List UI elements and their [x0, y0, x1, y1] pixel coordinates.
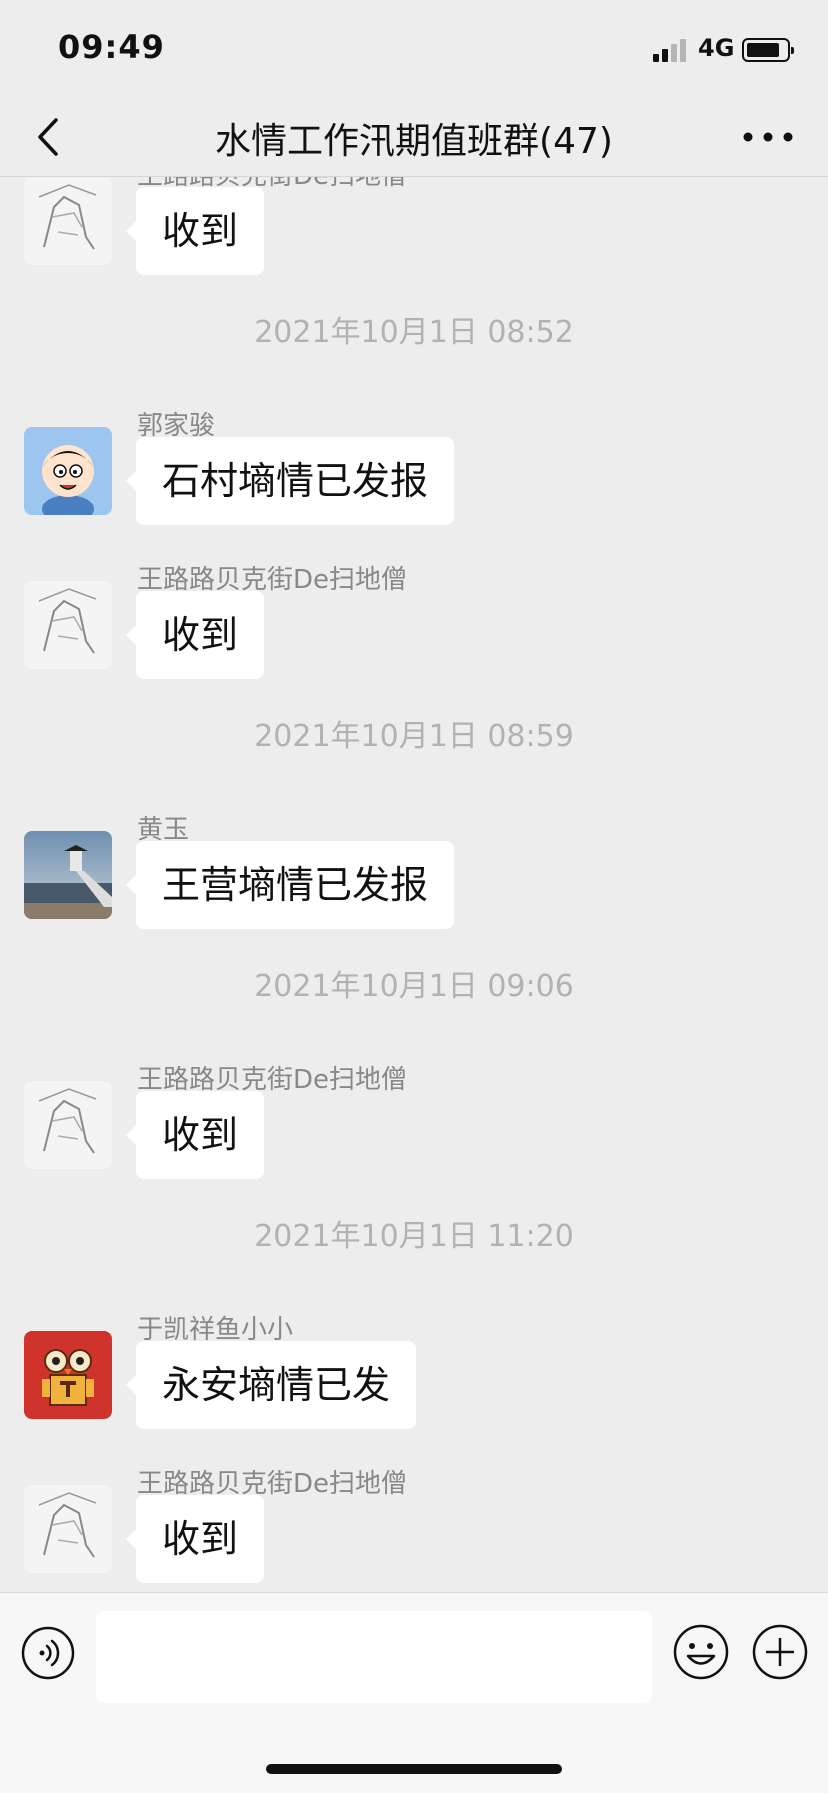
chat-title: 水情工作汛期值班群(47) — [215, 121, 613, 162]
message-timestamp: 2021年10月1日 11:20 — [254, 1219, 574, 1254]
cartoon-boy-avatar[interactable] — [24, 427, 112, 515]
home-indicator[interactable] — [266, 1764, 562, 1774]
message-bubble[interactable]: 收到 — [125, 591, 265, 679]
message-bubble[interactable]: 收到 — [125, 187, 265, 275]
robot-owl-avatar[interactable] — [24, 1331, 112, 1419]
nav-bar: 水情工作汛期值班群(47) — [0, 100, 828, 177]
signal-icon — [653, 38, 689, 62]
battery-icon — [742, 38, 794, 62]
chat-message-list[interactable]: 王路路贝克街De扫地僧 收到 2021年10月1日 08:52 郭家骏 石村墒情… — [0, 177, 828, 1592]
message-bubble[interactable]: 收到 — [125, 1495, 265, 1583]
emoji-icon[interactable] — [672, 1623, 730, 1681]
message-bubble[interactable]: 王营墒情已发报 — [125, 841, 455, 929]
sketch-avatar[interactable] — [24, 177, 112, 265]
message-bubble[interactable]: 永安墒情已发 — [125, 1341, 417, 1429]
network-type: 4G — [698, 34, 735, 62]
sketch-avatar[interactable] — [24, 581, 112, 669]
status-bar: 09:49 4G — [0, 0, 828, 100]
status-time: 09:49 — [58, 28, 165, 66]
input-bar — [0, 1592, 828, 1793]
plus-icon[interactable] — [751, 1623, 809, 1681]
more-dots-icon[interactable] — [738, 122, 798, 152]
message-bubble[interactable]: 石村墒情已发报 — [125, 437, 455, 525]
battery-level — [747, 43, 779, 57]
message-timestamp: 2021年10月1日 08:59 — [254, 719, 574, 754]
message-timestamp: 2021年10月1日 08:52 — [254, 315, 574, 350]
pavilion-lake-avatar[interactable] — [24, 831, 112, 919]
sketch-avatar[interactable] — [24, 1485, 112, 1573]
voice-icon[interactable] — [20, 1625, 76, 1681]
message-input[interactable] — [96, 1611, 652, 1703]
message-bubble[interactable]: 收到 — [125, 1091, 265, 1179]
message-timestamp: 2021年10月1日 09:06 — [254, 969, 574, 1004]
sketch-avatar[interactable] — [24, 1081, 112, 1169]
